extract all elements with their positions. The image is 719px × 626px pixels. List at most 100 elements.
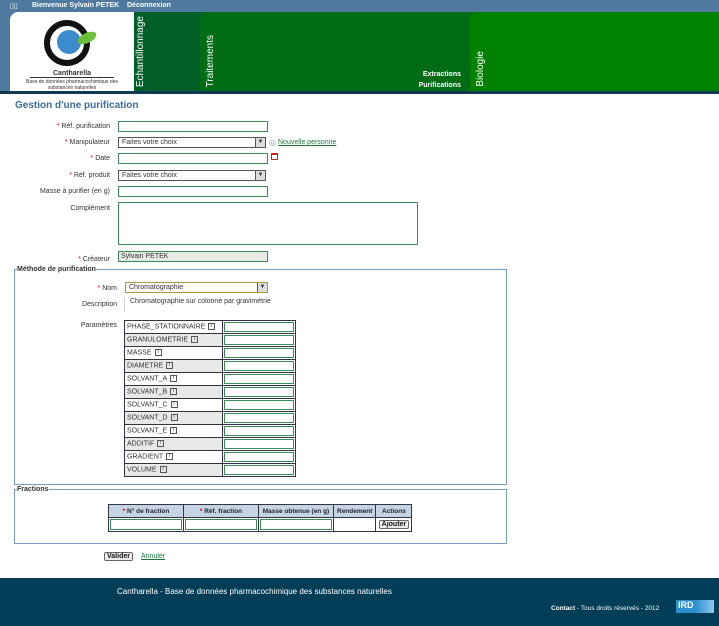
parametre-value-input[interactable]: [224, 439, 294, 449]
user-name: Sylvain PETEK: [69, 2, 120, 9]
tab-biologie[interactable]: Biologie: [470, 12, 719, 91]
parametre-value-input[interactable]: [224, 387, 294, 397]
parametre-value-input[interactable]: [224, 452, 294, 462]
logo-name: Cantharella: [30, 70, 114, 78]
parametre-value-input[interactable]: [224, 426, 294, 436]
parametre-value-input[interactable]: [224, 413, 294, 423]
parametre-row: PHASE_STATIONNAIRE i: [124, 320, 296, 334]
tab-echantillonnage[interactable]: Echantillonnage: [130, 12, 210, 91]
ref-purification-input[interactable]: [118, 121, 268, 132]
parametre-name: SOLVANT_E i: [124, 424, 223, 438]
ref-fraction-input[interactable]: [185, 519, 257, 530]
info-icon[interactable]: i: [157, 440, 165, 448]
parametre-row: VOLUME i: [124, 463, 296, 477]
footer-rights: - Tous droits réservés - 2012: [577, 605, 660, 612]
parametre-name: DIAMETRE i: [124, 359, 223, 373]
logo[interactable]: Cantharella Base de données pharmacochim…: [10, 12, 134, 91]
parametre-row: SOLVANT_A i: [124, 372, 296, 386]
parametre-row: GRADIENT i: [124, 450, 296, 464]
rendement-cell: [332, 517, 377, 532]
info-icon[interactable]: i: [170, 388, 178, 396]
logo-subtitle: Base de données pharmacochimique des sub…: [25, 79, 118, 91]
info-icon[interactable]: i: [154, 349, 162, 357]
methode-nom-select[interactable]: Chromatographie ▼: [125, 282, 268, 293]
ref-produit-select[interactable]: Faites votre choix ▼: [118, 170, 266, 181]
parametre-row: SOLVANT_E i: [124, 424, 296, 438]
parametre-name: SOLVANT_C i: [124, 398, 223, 412]
info-icon[interactable]: i: [208, 323, 216, 331]
page-title: Gestion d'une purification: [15, 100, 139, 111]
methode-legend: Méthode de purification: [17, 266, 96, 273]
parametre-row: SOLVANT_C i: [124, 398, 296, 412]
ref-purification-label: Réf. purification: [61, 123, 110, 130]
col-num-fraction: * N° de fraction: [108, 504, 184, 518]
parametre-row: ADDITIF i: [124, 437, 296, 451]
col-actions: Actions: [375, 504, 413, 518]
parametre-name: ADDITIF i: [124, 437, 223, 451]
complement-label: Complément: [70, 205, 110, 212]
calendar-icon[interactable]: [271, 153, 278, 160]
parametre-name: GRADIENT i: [124, 450, 223, 464]
complement-textarea[interactable]: [118, 202, 418, 245]
parametre-value-input[interactable]: [224, 400, 294, 410]
createur-input: Sylvain PETEK: [118, 251, 268, 262]
date-label: Date: [95, 155, 110, 162]
cantharella-logo-icon: [44, 20, 97, 66]
info-icon[interactable]: i: [191, 336, 199, 344]
parametre-row: SOLVANT_D i: [124, 411, 296, 425]
add-person-icon: ◎: [269, 138, 276, 147]
parametre-value-input[interactable]: [224, 348, 294, 358]
parametre-row: MASSE i: [124, 346, 296, 360]
info-icon[interactable]: i: [159, 466, 167, 474]
info-icon[interactable]: i: [166, 453, 174, 461]
info-icon[interactable]: i: [166, 362, 174, 370]
parametre-name: SOLVANT_A i: [124, 372, 223, 386]
info-icon[interactable]: i: [170, 414, 178, 422]
info-icon[interactable]: i: [170, 427, 178, 435]
parametre-value-input[interactable]: [224, 465, 294, 475]
chevron-down-icon: ▼: [257, 283, 267, 292]
info-icon[interactable]: i: [170, 375, 178, 383]
info-icon[interactable]: i: [170, 401, 178, 409]
chevron-down-icon: ▼: [255, 171, 265, 180]
date-input[interactable]: [118, 153, 268, 164]
footer-title: Cantharella - Base de données pharmacoch…: [117, 587, 392, 596]
submenu-extractions[interactable]: Extractions: [400, 69, 461, 80]
parametre-row: GRANULOMETRIE i: [124, 333, 296, 347]
masse-label: Masse à purifier (en g): [39, 188, 110, 195]
parametre-name: PHASE_STATIONNAIRE i: [124, 320, 223, 334]
manipulateur-select[interactable]: Faites votre choix ▼: [118, 137, 266, 148]
parametre-value-input[interactable]: [224, 322, 294, 332]
top-bar: ▯▯ Bienvenue Sylvain PETEK Déconnexion: [0, 0, 719, 12]
chevron-down-icon: ▼: [255, 138, 265, 147]
footer: Cantharella - Base de données pharmacoch…: [0, 578, 719, 626]
parametre-name: VOLUME i: [124, 463, 223, 477]
parametre-name: GRANULOMETRIE i: [124, 333, 223, 347]
ref-produit-label: Réf. produit: [73, 172, 110, 179]
add-fraction-button[interactable]: Ajouter: [378, 520, 410, 529]
welcome-text: Bienvenue Sylvain PETEK: [32, 2, 120, 9]
parametres-table: PHASE_STATIONNAIRE i GRANULOMETRIE i MASSE i D…: [124, 320, 296, 477]
ird-logo: IRD: [676, 600, 714, 613]
new-person-link[interactable]: Nouvelle personne: [278, 139, 336, 146]
parametre-value-input[interactable]: [224, 335, 294, 345]
parametre-row: DIAMETRE i: [124, 359, 296, 373]
cancel-link[interactable]: Annuler: [141, 553, 165, 560]
tab-traitements[interactable]: Traitements Extractions Purifications: [200, 12, 480, 91]
submit-button[interactable]: Valider: [104, 552, 133, 561]
header-border: [0, 91, 719, 94]
masse-obtenue-input[interactable]: [260, 519, 332, 530]
parametre-row: SOLVANT_B i: [124, 385, 296, 399]
col-rendement: Rendement: [332, 504, 377, 518]
submenu-purifications[interactable]: Purifications: [400, 80, 461, 91]
parametres-label: Paramètres: [80, 322, 117, 329]
description-text: Chromatographie sur colonne par gravimét…: [124, 298, 271, 312]
masse-input[interactable]: [118, 186, 268, 197]
logout-link[interactable]: Déconnexion: [127, 2, 171, 9]
nom-label: Nom: [102, 285, 117, 292]
num-fraction-input[interactable]: [110, 519, 182, 530]
parametre-value-input[interactable]: [224, 374, 294, 384]
col-ref-fraction: * Réf. fraction: [183, 504, 259, 518]
contact-link[interactable]: Contact: [551, 605, 575, 612]
parametre-value-input[interactable]: [224, 361, 294, 371]
